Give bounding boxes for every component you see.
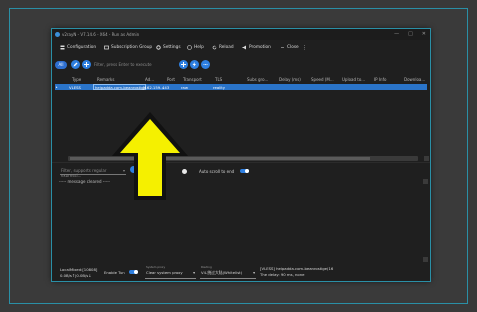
up-arrow-icon <box>112 112 188 200</box>
reload-icon <box>212 45 217 50</box>
auto-scroll-label: Auto scroll to end <box>199 169 235 174</box>
col-download[interactable]: Downloa... <box>404 77 425 82</box>
menu-help[interactable]: Help <box>187 45 204 50</box>
log-toolbar: Filter, supports regular expressi... ▾ A… <box>52 163 430 178</box>
minimize-button[interactable]: — <box>394 31 399 37</box>
delay-readout: The delay: 90 ms, none <box>260 272 305 277</box>
subscription-icon <box>104 45 109 50</box>
col-delay[interactable]: Delay (ms) <box>279 77 301 82</box>
row-marker: ▸ <box>56 84 58 89</box>
add-server-button[interactable] <box>179 60 188 69</box>
log-scroll-up-button[interactable] <box>423 179 428 184</box>
cell-tls: reality <box>213 84 225 90</box>
add-group-button[interactable] <box>82 60 91 69</box>
speed-test-button[interactable] <box>190 60 199 69</box>
enable-tun-toggle[interactable] <box>129 270 138 274</box>
grid-scroll-button[interactable] <box>424 156 429 161</box>
chevron-down-icon: ▾ <box>253 270 255 275</box>
col-tls[interactable]: TLS <box>215 77 222 82</box>
gear-icon <box>156 45 161 50</box>
cell-type: VLESS <box>69 84 81 90</box>
server-grid-header: Type Remarks Ad... Port Transport TLS Su… <box>52 75 430 84</box>
col-ip-info[interactable]: IP Info <box>374 77 386 82</box>
app-icon <box>55 32 60 37</box>
cell-transport: raw <box>181 84 188 90</box>
col-upload[interactable]: Upload to... <box>342 77 365 82</box>
toolbar: All Filter, press Enter to execute <box>52 56 430 75</box>
col-subs-group[interactable]: Subs gro... <box>247 77 268 82</box>
server-grid-body <box>52 90 430 156</box>
window-controls: — □ ✕ <box>394 31 426 37</box>
enable-tun-label: Enable Tun <box>104 270 125 275</box>
more-menu-icon[interactable]: ⋮ <box>302 45 307 51</box>
plus-icon <box>84 62 89 67</box>
speed-readout: 0.0B/s↑|0.0B/s↓ <box>60 273 92 278</box>
more-actions-button[interactable] <box>201 60 210 69</box>
cell-remarks: heipadda.com-beanrostige <box>95 84 146 90</box>
minus-icon <box>281 47 284 48</box>
window-title: v2rayN - V7.14.6 - X64 - Run as Admin <box>62 32 140 37</box>
col-port[interactable]: Port <box>167 77 175 82</box>
close-window-button[interactable]: ✕ <box>422 31 426 37</box>
title-bar: v2rayN - V7.14.6 - X64 - Run as Admin — … <box>52 29 430 40</box>
menu-close[interactable]: Close <box>280 45 299 50</box>
menu-subscription-group[interactable]: Subscription Group <box>104 45 152 50</box>
routing-select[interactable]: Routing V4-绕过大陆(Whitelist) ▾ <box>200 265 256 279</box>
col-transport[interactable]: Transport <box>183 77 202 82</box>
local-mixed-port: LocalMixed:[10808] <box>60 267 98 272</box>
dots-icon <box>203 64 208 65</box>
server-filter-input[interactable]: Filter, press Enter to execute <box>94 62 152 67</box>
log-scroll-down-button[interactable] <box>423 257 428 262</box>
col-remarks[interactable]: Remarks <box>97 77 114 82</box>
server-icon <box>60 45 65 50</box>
plus-icon <box>181 62 186 67</box>
log-area <box>52 177 430 263</box>
status-bar: LocalMixed:[10808] 0.0B/s↑|0.0B/s↓ Enabl… <box>52 263 430 281</box>
system-proxy-select[interactable]: System proxy Clear system proxy ▾ <box>145 265 196 279</box>
app-window: v2rayN - V7.14.6 - X64 - Run as Admin — … <box>52 29 430 281</box>
group-all-tab[interactable]: All <box>55 61 67 69</box>
col-type[interactable]: Type <box>72 77 81 82</box>
help-icon <box>187 45 192 50</box>
chevron-down-icon: ▾ <box>193 270 195 275</box>
lightning-icon <box>192 62 196 67</box>
col-speed[interactable]: Speed (M... <box>311 77 334 82</box>
log-message: ----- message cleared ----- <box>59 179 111 184</box>
auto-scroll-toggle[interactable] <box>240 169 249 173</box>
cell-port: 443 <box>162 84 170 90</box>
current-server-label: [VLESS] heipadda.com-beanrostige(16 <box>260 266 334 271</box>
menu-promotion[interactable]: Promotion <box>242 45 271 50</box>
pencil-icon <box>73 62 78 67</box>
edit-group-button[interactable] <box>71 60 80 69</box>
col-address[interactable]: Ad... <box>145 77 154 82</box>
menu-settings[interactable]: Settings <box>156 45 181 50</box>
megaphone-icon <box>242 45 246 50</box>
menu-configuration[interactable]: Configuration <box>60 45 96 50</box>
menu-bar: Configuration Subscription Group Setting… <box>52 40 430 56</box>
maximize-button[interactable]: □ <box>408 31 413 37</box>
cell-address: [162.159... <box>143 84 164 90</box>
menu-reload[interactable]: Reload <box>212 45 234 50</box>
